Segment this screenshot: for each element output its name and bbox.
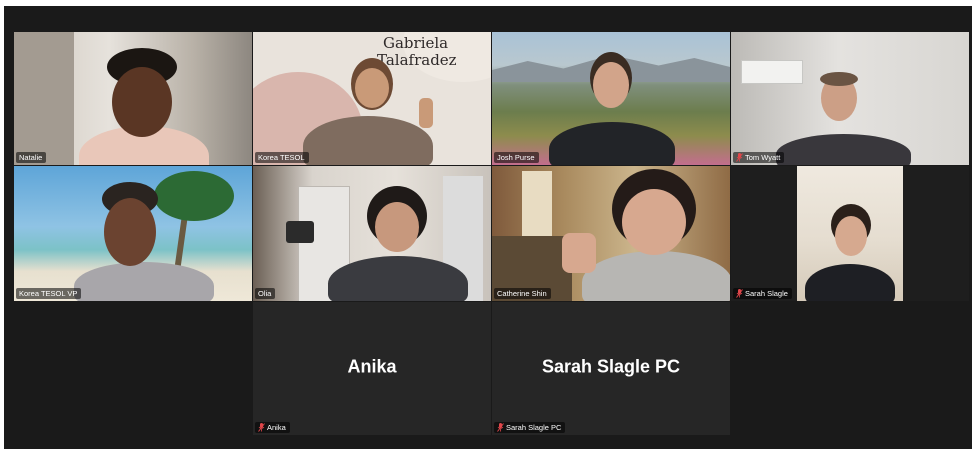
participant-name-label: Olia (255, 288, 276, 299)
participant-name: Natalie (19, 153, 43, 162)
video-feed (253, 166, 491, 301)
participant-name: Josh Purse (497, 153, 535, 162)
video-feed: Gabriela Talafradez (253, 32, 491, 165)
participant-name: Tom Wyatt (745, 153, 781, 162)
participant-name-label: Sarah Slagle (733, 288, 792, 299)
video-feed (731, 32, 969, 165)
participant-name: Sarah Slagle (745, 289, 788, 298)
video-feed (14, 166, 252, 301)
participant-tile-catherine-shin[interactable]: Catherine Shin (492, 166, 730, 301)
participant-tile-natalie[interactable]: Natalie (14, 32, 252, 165)
participant-display-name: Anika (347, 355, 397, 376)
participant-name: Anika (267, 423, 286, 432)
participant-name-label: Sarah Slagle PC (494, 422, 566, 433)
participant-display-name: Sarah Slagle PC (541, 355, 681, 376)
participant-tile-josh-purse[interactable]: Josh Purse (492, 32, 730, 165)
video-feed (797, 166, 903, 301)
participant-tile-tom-wyatt[interactable]: Tom Wyatt (731, 32, 969, 165)
participant-name-label: Tom Wyatt (733, 152, 785, 163)
participant-tile-sarah-slagle[interactable]: Sarah Slagle (731, 166, 969, 301)
participant-tile-anika[interactable]: Anika Anika (253, 302, 491, 435)
mic-off-icon (497, 423, 504, 432)
participant-name-label: Korea TESOL VP (16, 288, 82, 299)
participant-name: Olia (258, 289, 272, 298)
video-feed (492, 32, 730, 165)
participant-name-label: Anika (255, 422, 290, 433)
participant-name-label: Catherine Shin (494, 288, 551, 299)
video-feed (14, 32, 252, 165)
participant-tile-olia[interactable]: Olia (253, 166, 491, 301)
participant-name: Korea TESOL (258, 153, 305, 162)
participant-name: Sarah Slagle PC (506, 423, 562, 432)
participant-name-label: Natalie (16, 152, 47, 163)
mic-off-icon (258, 423, 265, 432)
participant-tile-sarah-slagle-pc[interactable]: Sarah Slagle PC Sarah Slagle PC (492, 302, 730, 435)
participant-tile-korea-tesol-vp[interactable]: Korea TESOL VP (14, 166, 252, 301)
participant-name: Catherine Shin (497, 289, 547, 298)
participant-name: Korea TESOL VP (19, 289, 78, 298)
video-gallery: Natalie Gabriela Talafradez Korea TESOL (4, 6, 972, 449)
mic-off-icon (736, 153, 743, 162)
participant-name-label: Korea TESOL (255, 152, 309, 163)
participant-name-label: Josh Purse (494, 152, 539, 163)
participant-tile-korea-tesol[interactable]: Gabriela Talafradez Korea TESOL (253, 32, 491, 165)
video-feed (492, 166, 730, 301)
mic-off-icon (736, 289, 743, 298)
